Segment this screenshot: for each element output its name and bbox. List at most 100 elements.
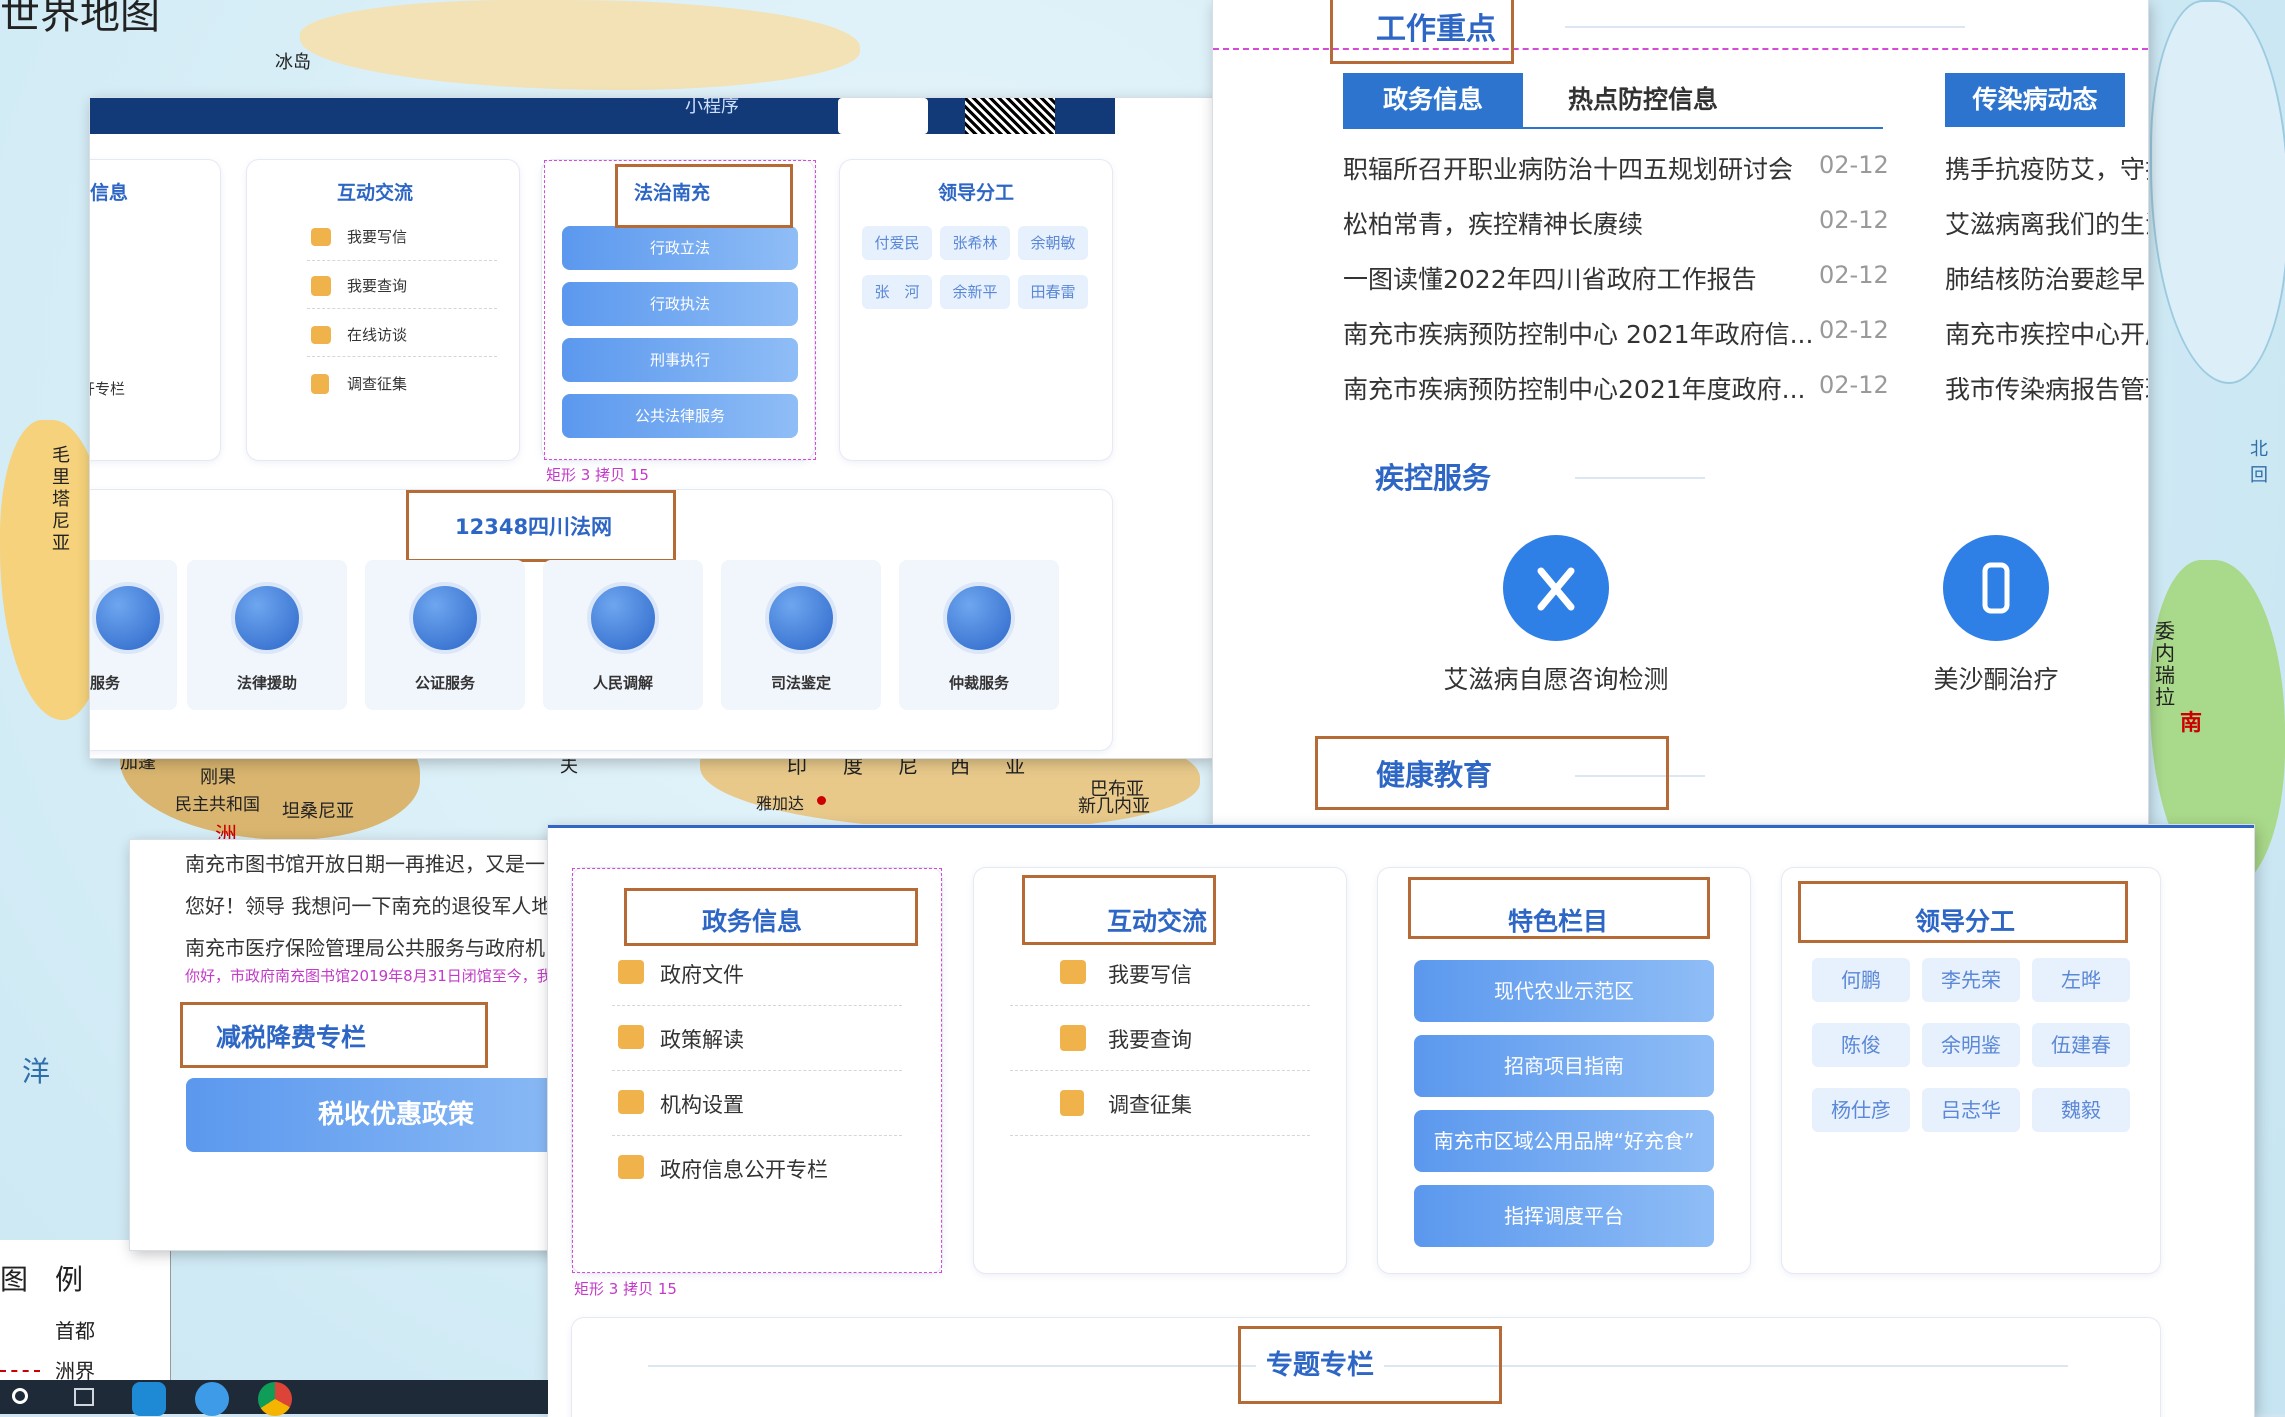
card-interaction: 互动交流 我要写信 我要查询 在线访谈 调查征集 (247, 160, 519, 460)
service-icon (92, 582, 164, 654)
leader-pill[interactable]: 余明鉴 (1922, 1023, 2020, 1067)
service-label: 艾滋病自愿咨询检测 (1443, 665, 1669, 694)
list-item[interactable]: 开专栏 (90, 378, 125, 399)
notary-icon (409, 582, 481, 654)
service-tile[interactable]: 服务 (90, 560, 177, 710)
news-item[interactable]: 职辐所召开职业病防治十四五规划研讨会 (1343, 150, 1793, 186)
service-tile-appraisal[interactable]: 司法鉴定 (721, 560, 881, 710)
dispatch-platform-button[interactable]: 指挥调度平台 (1414, 1185, 1714, 1247)
window-justice-portal[interactable]: 小程序 信息 开专栏 互动交流 我要写信 我要查询 在线访谈 调查征集 法治南充… (90, 98, 1212, 758)
online-interview-link[interactable]: 在线访谈 (347, 324, 407, 345)
messenger-icon[interactable] (195, 1382, 229, 1416)
message-line[interactable]: 南充市医疗保险管理局公共服务与政府机 (185, 932, 545, 961)
divider (1010, 1005, 1310, 1006)
service-label: 法律援助 (236, 674, 297, 692)
message-line[interactable]: 您好！领导 我想问一下南充的退役军人地 (185, 890, 551, 919)
capital-dot (817, 796, 826, 805)
leader-pill[interactable]: 张希林 (940, 226, 1010, 260)
leader-pill[interactable]: 杨仕彦 (1812, 1088, 1910, 1132)
search-doc-icon (311, 276, 331, 296)
highlight-box (624, 888, 918, 946)
highlight-box (1238, 1326, 1502, 1404)
write-letter-link[interactable]: 我要写信 (1108, 959, 1192, 989)
leader-pill[interactable]: 何鹏 (1812, 958, 1910, 1002)
survey-link[interactable]: 调查征集 (347, 373, 407, 394)
appraisal-icon (765, 582, 837, 654)
shape-layer-label: 矩形 3 拷贝 15 (546, 466, 649, 484)
news-item[interactable]: 南充市疾病预防控制中心 2021年政府信... (1343, 315, 1813, 351)
query-link[interactable]: 我要查询 (1108, 1024, 1192, 1054)
leader-pill[interactable]: 田春雷 (1018, 275, 1088, 309)
tab-hotspot-info[interactable]: 热点防控信息 (1523, 73, 1763, 127)
leader-pill[interactable]: 左晔 (2032, 958, 2130, 1002)
news-item[interactable]: 艾滋病离我们的生活 (1945, 205, 2148, 241)
news-item[interactable]: 我市传染病报告管理 (1945, 370, 2148, 406)
leader-pill[interactable]: 付爱民 (862, 226, 932, 260)
leader-pill[interactable]: 余新平 (940, 275, 1010, 309)
vscode-icon[interactable] (132, 1382, 166, 1416)
news-item[interactable]: 南充市疾病预防控制中心2021年度政府... (1343, 370, 1805, 406)
search-icon[interactable] (12, 1388, 28, 1404)
news-date: 02-12 (1819, 261, 1889, 289)
leader-pill[interactable]: 余朝敏 (1018, 226, 1088, 260)
service-tile-legal-aid[interactable]: 法律援助 (187, 560, 347, 710)
window-nanchong-portal[interactable]: 政务信息 政府文件 政策解读 机构设置 政府信息公开专栏 矩形 3 拷贝 15 … (548, 825, 2254, 1417)
methadone-icon[interactable] (1943, 535, 2049, 641)
investment-guide-button[interactable]: 招商项目指南 (1414, 1035, 1714, 1097)
aids-test-icon[interactable] (1503, 535, 1609, 641)
leader-pill[interactable]: 张 河 (862, 275, 932, 309)
highlight-box (1022, 875, 1216, 945)
service-tile-mediation[interactable]: 人民调解 (543, 560, 703, 710)
highlight-box (1408, 877, 1710, 939)
leader-pill[interactable]: 李先荣 (1922, 958, 2020, 1002)
service-label: 人民调解 (592, 674, 653, 692)
news-item[interactable]: 松柏常青，疾控精神长赓续 (1343, 205, 1643, 241)
service-label: 美沙酮治疗 (1933, 665, 2059, 694)
task-view-icon[interactable] (74, 1388, 94, 1406)
regional-brand-button[interactable]: 南充市区域公用品牌“好充食” (1414, 1110, 1714, 1172)
news-item[interactable]: 携手抗疫防艾，守护 (1945, 150, 2148, 186)
tax-policy-button[interactable]: 税收优惠政策 (186, 1078, 570, 1152)
leader-pill[interactable]: 陈俊 (1812, 1023, 1910, 1067)
tab-gov-info[interactable]: 政务信息 (1343, 73, 1523, 127)
miniprogram-label[interactable]: 小程序 (685, 98, 775, 122)
interview-icon (311, 326, 331, 344)
legal-aid-icon (231, 582, 303, 654)
tab-epidemic[interactable]: 传染病动态 (1945, 73, 2125, 127)
query-link[interactable]: 我要查询 (347, 275, 407, 296)
title-rule (1565, 26, 1965, 28)
leader-pill[interactable]: 魏毅 (2032, 1088, 2130, 1132)
search-doc-icon (1060, 1025, 1086, 1051)
highlight-box (406, 490, 676, 562)
message-line[interactable]: 南充市图书馆开放日期一再推迟，又是一 (185, 848, 545, 877)
map-label: 冰岛 (275, 52, 311, 73)
window-message-board[interactable]: 南充市图书馆开放日期一再推迟，又是一 您好！领导 我想问一下南充的退役军人地 南… (130, 840, 570, 1250)
qrcode-image (838, 98, 928, 134)
shape-layer-label: 矩形 3 拷贝 15 (574, 1280, 677, 1298)
window-cdc-portal[interactable]: 工作重点 政务信息 热点防控信息 传染病动态 职辐所召开职业病防治十四五规划研讨… (1213, 0, 2148, 828)
notice-text: 你好，市政府南充图书馆2019年8月31日闭馆至今，我 (185, 967, 552, 985)
map-label: 北回 (2250, 439, 2268, 486)
legend-item: 首都 (55, 1319, 95, 1343)
arbitration-icon (943, 582, 1015, 654)
service-tile-notary[interactable]: 公证服务 (365, 560, 525, 710)
survey-link[interactable]: 调查征集 (1108, 1089, 1192, 1119)
service-label: 服务 (90, 674, 121, 692)
news-item[interactable]: 南充市疾控中心开展 (1945, 315, 2148, 351)
news-item[interactable]: 肺结核防治要趁早， (1945, 260, 2148, 296)
title-rule (1575, 477, 1705, 479)
survey-icon (1060, 1090, 1084, 1116)
map-label: 洋 (22, 1055, 51, 1088)
mail-icon (1060, 960, 1086, 984)
section-title: 疾控服务 (1375, 461, 1492, 495)
service-tile-arbitration[interactable]: 仲裁服务 (899, 560, 1059, 710)
leader-pill[interactable]: 伍建春 (2032, 1023, 2130, 1067)
service-label: 仲裁服务 (948, 674, 1009, 692)
legend-title: 例 (55, 1263, 84, 1296)
news-item[interactable]: 一图读懂2022年四川省政府工作报告 (1343, 260, 1757, 296)
write-letter-link[interactable]: 我要写信 (347, 226, 407, 247)
leader-pill[interactable]: 吕志华 (1922, 1088, 2020, 1132)
land-shape (300, 0, 860, 90)
agri-zone-button[interactable]: 现代农业示范区 (1414, 960, 1714, 1022)
chrome-icon[interactable] (258, 1382, 292, 1416)
